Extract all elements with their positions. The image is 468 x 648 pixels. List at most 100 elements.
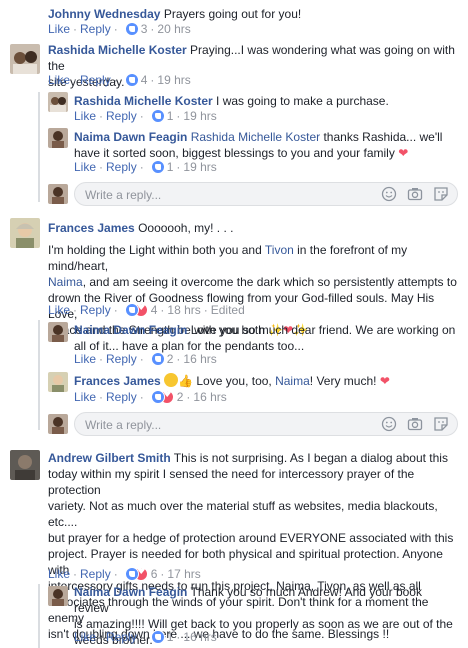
- reply-input[interactable]: Write a reply...: [74, 412, 458, 436]
- comment-actions: Like· Reply· 6· 17 hrs: [48, 566, 201, 581]
- like-reaction-icon: [150, 630, 165, 644]
- reply-link[interactable]: Reply: [80, 22, 111, 36]
- comment-actions: Like· Reply· 2· 16 hrs: [74, 352, 217, 366]
- comment-author[interactable]: Naima Dawn Feagin: [74, 585, 187, 599]
- comment-actions: Like · Reply · 1 · 19 hrs: [74, 109, 217, 123]
- like-link[interactable]: Like: [74, 109, 96, 123]
- avatar[interactable]: [48, 92, 68, 112]
- reactions-summary[interactable]: [124, 302, 149, 317]
- avatar: [48, 184, 68, 204]
- timestamp[interactable]: 19 hrs: [157, 73, 190, 87]
- camera-icon[interactable]: [407, 186, 423, 202]
- comment-author[interactable]: Andrew Gilbert Smith: [48, 451, 171, 465]
- reply-link[interactable]: Reply: [80, 303, 111, 317]
- comment-author[interactable]: Naima Dawn Feagin: [74, 323, 187, 337]
- avatar[interactable]: [10, 44, 40, 74]
- like-reaction-icon: [124, 567, 139, 581]
- comment-author[interactable]: Johnny Wednesday: [48, 7, 160, 21]
- thread-line: [38, 584, 40, 648]
- reply-rashida: Rashida Michelle Koster I was going to m…: [74, 94, 389, 108]
- avatar-photo-icon: [48, 322, 68, 342]
- avatar-photo-icon: [48, 586, 68, 606]
- reply-link[interactable]: Reply: [106, 160, 137, 174]
- mention-link[interactable]: Naima: [48, 275, 83, 289]
- timestamp[interactable]: 17 hrs: [167, 567, 200, 581]
- like-link[interactable]: Like: [74, 352, 96, 366]
- timestamp[interactable]: 16 hrs: [183, 630, 216, 644]
- thread-line: [38, 320, 40, 430]
- timestamp[interactable]: 16 hrs: [183, 352, 216, 366]
- comment-actions: Like· Reply· 4· 18 hrs· Edited: [48, 302, 245, 317]
- reply-link[interactable]: Reply: [106, 352, 137, 366]
- edited-label[interactable]: Edited: [211, 303, 245, 317]
- reactions-summary[interactable]: [124, 566, 149, 581]
- timestamp[interactable]: 20 hrs: [157, 22, 190, 36]
- avatar[interactable]: [48, 372, 68, 392]
- mention-link[interactable]: Rashida Michelle Koster: [191, 130, 320, 144]
- mention-link[interactable]: Tivon: [265, 243, 294, 257]
- reactions-summary[interactable]: [150, 160, 165, 174]
- reactions-summary[interactable]: [150, 109, 165, 123]
- avatar: [48, 414, 68, 434]
- avatar[interactable]: [48, 128, 68, 148]
- reply-frances: Frances James 👍 Love you, too, Naima! Ve…: [74, 373, 390, 388]
- like-link[interactable]: Like: [48, 73, 70, 87]
- reply-input[interactable]: Write a reply...: [74, 182, 458, 206]
- avatar-photo-icon: [48, 372, 68, 392]
- reactions-summary[interactable]: [124, 22, 139, 36]
- avatar[interactable]: [48, 586, 68, 606]
- reactions-summary[interactable]: [150, 630, 165, 644]
- reactions-summary[interactable]: [150, 352, 165, 366]
- like-link[interactable]: Like: [48, 22, 70, 36]
- reply-link[interactable]: Reply: [80, 73, 111, 87]
- reply-link[interactable]: Reply: [106, 109, 137, 123]
- mention-link[interactable]: Naima: [275, 374, 310, 388]
- reactions-summary[interactable]: [150, 389, 175, 404]
- sticker-icon[interactable]: [433, 186, 449, 202]
- reply-naima: Naima Dawn Feagin Love you so much dear …: [74, 323, 456, 353]
- avatar-photo-icon: [10, 450, 40, 480]
- heart-emoji-icon: ❤: [398, 146, 409, 160]
- timestamp[interactable]: 18 hrs: [167, 303, 200, 317]
- like-link[interactable]: Like: [74, 390, 96, 404]
- smiley-icon[interactable]: [381, 186, 397, 202]
- comment-author[interactable]: Rashida Michelle Koster: [48, 43, 187, 57]
- sticker-icon[interactable]: [433, 416, 449, 432]
- comment-author[interactable]: Rashida Michelle Koster: [74, 94, 213, 108]
- comment-johnny: Johnny Wednesday Prayers going out for y…: [48, 6, 458, 22]
- avatar-photo-icon: [10, 218, 40, 248]
- camera-icon[interactable]: [407, 416, 423, 432]
- like-link[interactable]: Like: [48, 567, 70, 581]
- reply-link[interactable]: Reply: [106, 630, 137, 644]
- like-reaction-icon: [150, 109, 165, 123]
- comment-actions: Like · Reply · 1 · 19 hrs: [74, 160, 217, 174]
- like-link[interactable]: Like: [74, 160, 96, 174]
- comment-author[interactable]: Frances James: [48, 221, 135, 235]
- comment-actions: Like· Reply· 2· 16 hrs: [74, 389, 227, 404]
- reactions-summary[interactable]: [124, 73, 139, 87]
- smiley-icon[interactable]: [381, 416, 397, 432]
- like-reaction-icon: [124, 22, 139, 36]
- avatar-photo-icon: [48, 184, 68, 204]
- like-reaction-icon: [150, 352, 165, 366]
- timestamp[interactable]: 16 hrs: [193, 390, 226, 404]
- timestamp[interactable]: 19 hrs: [183, 160, 216, 174]
- comment-frances: Frances James Ooooooh, my! . . .: [48, 221, 234, 235]
- like-reaction-icon: [124, 303, 139, 317]
- like-link[interactable]: Like: [48, 303, 70, 317]
- comment-actions: Like · Reply · 4 · 19 hrs: [48, 73, 191, 87]
- reply-link[interactable]: Reply: [106, 390, 137, 404]
- smiley-emoji-icon: [164, 373, 179, 387]
- comment-actions: Like · Reply · 3 · 20 hrs: [48, 22, 191, 36]
- heart-emoji-icon: ❤: [379, 374, 390, 388]
- avatar-photo-icon: [48, 128, 68, 148]
- comment-author[interactable]: Frances James: [74, 374, 161, 388]
- comment-author[interactable]: Naima Dawn Feagin: [74, 130, 187, 144]
- avatar[interactable]: [10, 450, 40, 480]
- thread-line: [38, 92, 40, 202]
- timestamp[interactable]: 19 hrs: [183, 109, 216, 123]
- reply-link[interactable]: Reply: [80, 567, 111, 581]
- like-link[interactable]: Like: [74, 630, 96, 644]
- avatar[interactable]: [48, 322, 68, 342]
- avatar[interactable]: [10, 218, 40, 248]
